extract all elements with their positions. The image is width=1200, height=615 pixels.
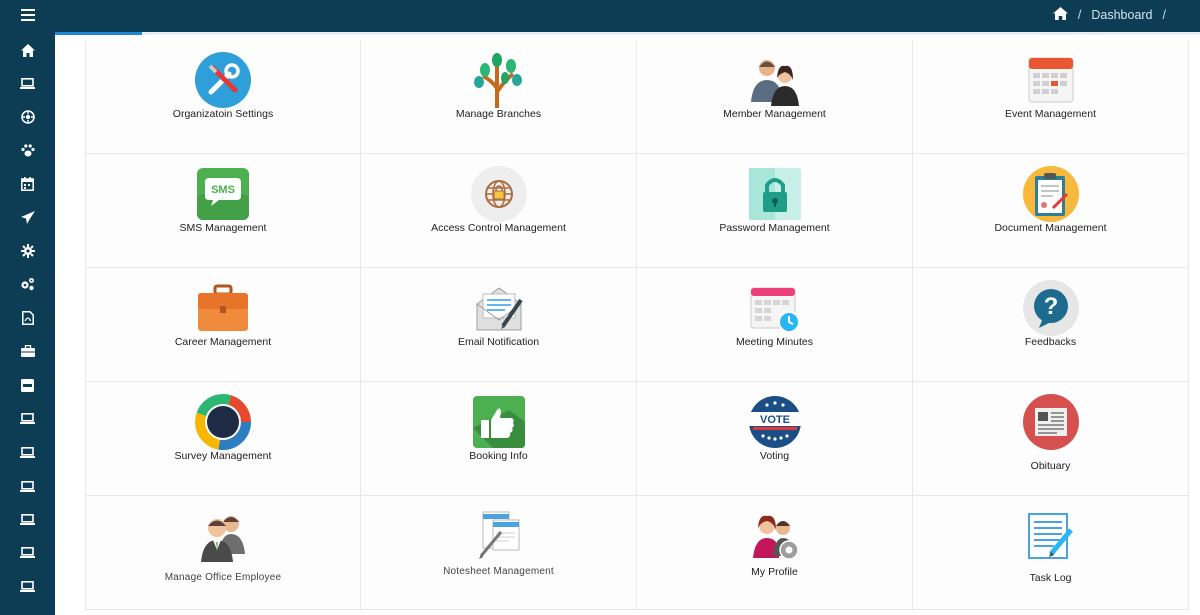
tile-document-management[interactable]: Document Management	[913, 154, 1189, 268]
members-icon	[745, 50, 805, 110]
tile-access-control-management[interactable]: Access Control Management	[361, 154, 637, 268]
calendar-icon[interactable]	[0, 169, 55, 199]
donut-chart-icon	[193, 392, 253, 452]
laptop-icon[interactable]	[0, 471, 55, 501]
vote-icon-text: VOTE	[760, 414, 790, 426]
laptop-icon[interactable]	[0, 68, 55, 98]
sms-icon-text: SMS	[211, 184, 235, 196]
tree-icon	[469, 50, 529, 110]
tile-password-management[interactable]: Password Management	[637, 154, 913, 268]
pdf-icon[interactable]	[0, 303, 55, 333]
tile-label: Manage Branches	[455, 108, 542, 120]
tile-feedbacks[interactable]: ? Feedbacks	[913, 268, 1189, 382]
tile-label: Document Management	[994, 222, 1107, 234]
tile-event-management[interactable]: Event Management	[913, 40, 1189, 154]
paw-icon[interactable]	[0, 135, 55, 165]
tile-survey-management[interactable]: Survey Management	[85, 382, 361, 496]
tile-booking-info[interactable]: Booking Info	[361, 382, 637, 496]
email-icon	[469, 278, 529, 338]
tile-label: Career Management	[174, 336, 272, 348]
hamburger-menu-icon[interactable]	[0, 0, 55, 30]
tile-label: Meeting Minutes	[735, 336, 814, 348]
settings-circle-icon[interactable]	[0, 102, 55, 132]
meeting-calendar-icon	[745, 278, 805, 338]
tools-icon	[193, 50, 253, 110]
laptop-icon[interactable]	[0, 403, 55, 433]
tile-label: Feedbacks	[1024, 336, 1077, 348]
tile-label: Notesheet Management	[443, 566, 554, 577]
tile-task-log[interactable]: Task Log	[913, 496, 1189, 610]
tile-label: Event Management	[1004, 108, 1097, 120]
briefcase-icon	[193, 278, 253, 338]
lock-icon	[745, 164, 805, 224]
tile-my-profile[interactable]: My Profile	[637, 496, 913, 610]
tile-label: SMS Management	[179, 222, 267, 234]
tile-obituary[interactable]: Obituary	[913, 382, 1189, 496]
tile-label: My Profile	[751, 566, 798, 578]
laptop-icon[interactable]	[0, 504, 55, 534]
tile-label: Booking Info	[469, 450, 528, 462]
tile-manage-branches[interactable]: Manage Branches	[361, 40, 637, 154]
tile-career-management[interactable]: Career Management	[85, 268, 361, 382]
tile-label: Task Log	[1029, 572, 1072, 584]
sms-icon: SMS	[193, 164, 253, 224]
calendar-icon	[1021, 50, 1081, 110]
tile-label: Survey Management	[174, 450, 272, 462]
vote-badge-icon: VOTE	[745, 392, 805, 452]
tile-label: Organizatoin Settings	[172, 108, 274, 120]
window-icon[interactable]	[0, 370, 55, 400]
thumbs-up-icon	[469, 392, 529, 452]
task-log-icon	[1021, 506, 1081, 566]
module-grid: Organizatoin Settings Manage Branches Me…	[85, 40, 1195, 615]
gear-icon[interactable]	[0, 236, 55, 266]
home-icon[interactable]	[0, 35, 55, 65]
tile-sms-management[interactable]: SMS SMS Management	[85, 154, 361, 268]
tile-organization-settings[interactable]: Organizatoin Settings	[85, 40, 361, 154]
laptop-icon[interactable]	[0, 537, 55, 567]
dashboard-content: Organizatoin Settings Manage Branches Me…	[55, 35, 1200, 615]
tile-meeting-minutes[interactable]: Meeting Minutes	[637, 268, 913, 382]
tile-voting[interactable]: VOTE Voting	[637, 382, 913, 496]
tile-label: Email Notification	[457, 336, 540, 348]
profile-icon	[745, 506, 805, 566]
home-icon[interactable]	[1052, 7, 1068, 23]
question-icon: ?	[1021, 278, 1081, 338]
tile-label: Obituary	[1030, 460, 1071, 472]
breadcrumb-separator: /	[1077, 8, 1082, 22]
tile-manage-office-employee[interactable]: Manage Office Employee	[85, 496, 361, 610]
clipboard-icon	[1021, 164, 1081, 224]
employees-icon	[193, 506, 253, 566]
tile-label: Access Control Management	[431, 222, 566, 234]
briefcase-icon[interactable]	[0, 336, 55, 366]
breadcrumb-current[interactable]: Dashboard	[1091, 8, 1152, 22]
tile-member-management[interactable]: Member Management	[637, 40, 913, 154]
send-icon[interactable]	[0, 202, 55, 232]
tile-label: Password Management	[719, 222, 830, 234]
cogs-icon[interactable]	[0, 269, 55, 299]
top-bar: / Dashboard /	[55, 0, 1200, 32]
newspaper-icon	[1021, 392, 1081, 452]
laptop-icon[interactable]	[0, 571, 55, 601]
tile-label: Member Management	[723, 108, 826, 120]
access-control-icon	[469, 164, 529, 224]
laptop-icon[interactable]	[0, 437, 55, 467]
sidebar	[0, 0, 55, 615]
tile-label: Manage Office Employee	[164, 572, 282, 583]
tile-label: Voting	[759, 450, 790, 462]
breadcrumb: / Dashboard /	[1052, 7, 1166, 23]
breadcrumb-separator: /	[1162, 8, 1166, 22]
svg-text:?: ?	[1043, 293, 1058, 320]
tile-email-notification[interactable]: Email Notification	[361, 268, 637, 382]
tile-notesheet-management[interactable]: Notesheet Management	[361, 496, 637, 610]
notesheet-icon	[469, 506, 529, 566]
